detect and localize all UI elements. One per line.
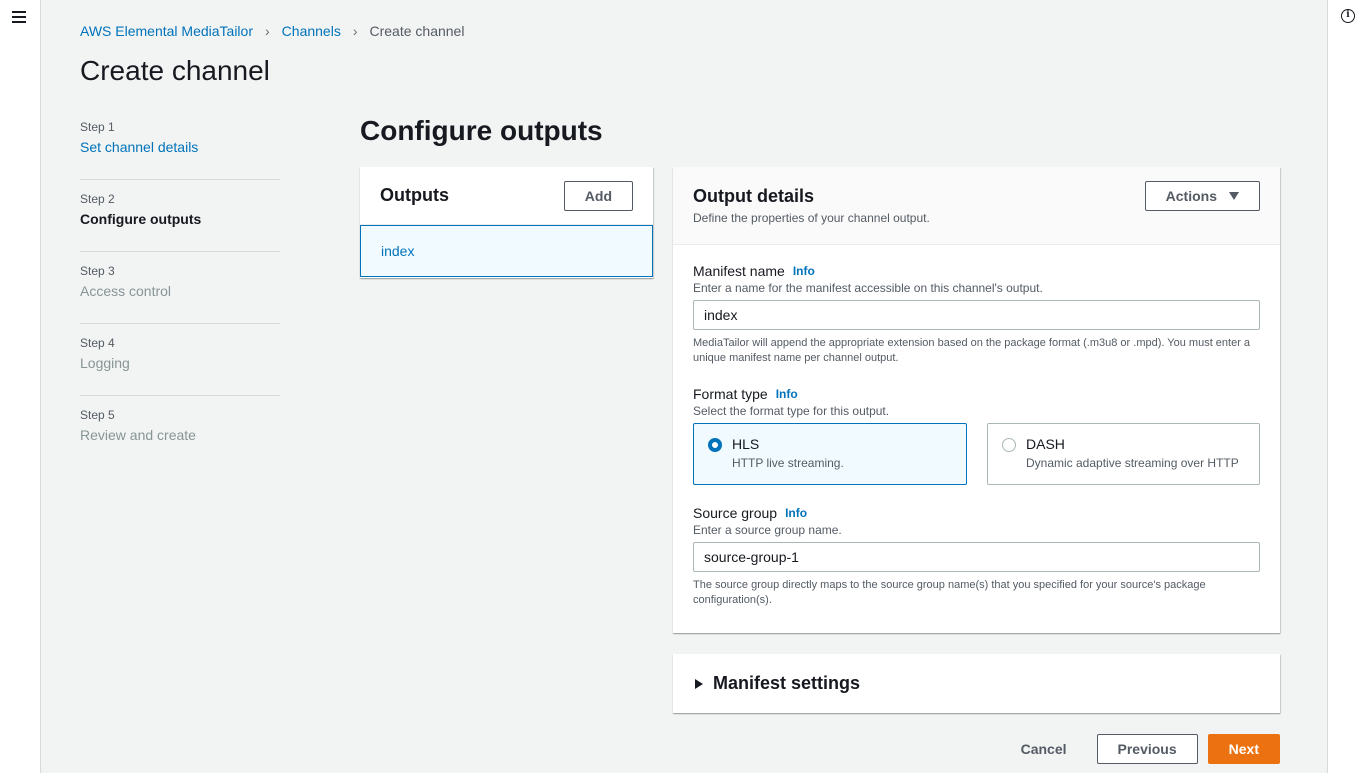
output-details-panel: Output details Define the properties of … [673,167,1280,633]
format-type-label-row: Format type Info [693,386,1260,402]
outputs-header: Outputs Add [360,167,653,225]
format-option-dash[interactable]: DASH Dynamic adaptive streaming over HTT… [987,423,1260,485]
page-title: Create channel [80,55,270,86]
format-type-label: Format type [693,386,768,402]
source-group-input[interactable] [693,542,1260,572]
format-option-desc: Dynamic adaptive streaming over HTTP [1026,456,1239,470]
format-type-radio-group: HLS HTTP live streaming. DASH Dynamic ad… [693,423,1260,485]
wizard-step-3: Step 3 Access control [80,264,280,324]
output-details-description: Define the properties of your channel ou… [693,211,930,225]
actions-dropdown-button[interactable]: Actions [1144,181,1260,211]
manifest-name-constraint: MediaTailor will append the appropriate … [693,337,1251,364]
radio-unselected-icon[interactable] [1002,438,1016,452]
format-option-hls[interactable]: HLS HTTP live streaming. [693,423,967,485]
format-type-info-link[interactable]: Info [776,387,798,401]
format-type-description: Select the format type for this output. [693,404,890,418]
add-output-button[interactable]: Add [563,180,633,211]
source-group-constraint: The source group directly maps to the so… [693,579,1206,606]
step-label-logging: Logging [80,355,130,371]
step-label-configure-outputs: Configure outputs [80,211,202,227]
chevron-right-icon: › [265,23,270,39]
step-label-review-and-create: Review and create [80,427,196,443]
output-details-header: Output details Define the properties of … [673,167,1280,245]
step-number: Step 4 [80,336,115,350]
breadcrumb: AWS Elemental MediaTailor › Channels › C… [80,23,464,39]
output-list-item[interactable]: index [360,225,653,277]
manifest-settings-expander[interactable]: Manifest settings [673,654,1280,713]
wizard-step-4: Step 4 Logging [80,336,280,396]
wizard-step-5: Step 5 Review and create [80,408,280,468]
step-number: Step 5 [80,408,115,422]
wizard-steps: Step 1 Set channel details Step 2 Config… [80,120,280,480]
cancel-button[interactable]: Cancel [1001,735,1087,763]
previous-button[interactable]: Previous [1096,734,1198,764]
left-navigation-rail [0,0,41,773]
source-group-label-row: Source group Info [693,505,1260,521]
outputs-title: Outputs [380,185,449,205]
format-option-title: HLS [732,436,760,452]
menu-icon[interactable] [12,11,26,23]
format-option-dash-text: DASH Dynamic adaptive streaming over HTT… [1026,436,1239,472]
chevron-right-icon: › [352,23,358,39]
breadcrumb-channels[interactable]: Channels [282,23,341,39]
breadcrumb-mediatailor[interactable]: AWS Elemental MediaTailor [80,23,253,39]
right-tools-rail: i [1327,0,1368,773]
format-option-desc: HTTP live streaming. [732,456,844,470]
output-details-body: Manifest name Info Enter a name for the … [673,245,1280,626]
source-group-description: Enter a source group name. [693,523,842,537]
info-icon[interactable]: i [1341,9,1355,23]
manifest-name-label: Manifest name [693,263,785,279]
next-button[interactable]: Next [1207,734,1280,764]
wizard-footer-actions: Cancel Previous Next [1001,734,1280,764]
step-link-set-channel-details[interactable]: Set channel details [80,139,280,155]
manifest-name-label-row: Manifest name Info [693,263,1260,279]
caret-right-icon [695,678,703,689]
step-number: Step 1 [80,120,115,134]
manifest-name-description: Enter a name for the manifest accessible… [693,281,1043,295]
manifest-name-info-link[interactable]: Info [793,264,815,278]
wizard-step-2: Step 2 Configure outputs [80,192,280,252]
step-number: Step 3 [80,264,115,278]
format-option-hls-text: HLS HTTP live streaming. [732,436,844,472]
manifest-name-input[interactable] [693,300,1260,330]
wizard-step-1: Step 1 Set channel details [80,120,280,180]
outputs-panel: Outputs Add index [360,167,653,278]
manifest-settings-title: Manifest settings [713,673,861,693]
section-title: Configure outputs [360,115,603,146]
actions-label: Actions [1165,188,1217,204]
breadcrumb-current: Create channel [369,23,465,39]
radio-selected-icon[interactable] [708,438,722,452]
format-option-title: DASH [1026,436,1065,452]
step-label-access-control: Access control [80,283,172,299]
caret-down-icon [1229,192,1239,200]
source-group-label: Source group [693,505,778,521]
step-number: Step 2 [80,192,115,206]
source-group-info-link[interactable]: Info [785,506,807,520]
